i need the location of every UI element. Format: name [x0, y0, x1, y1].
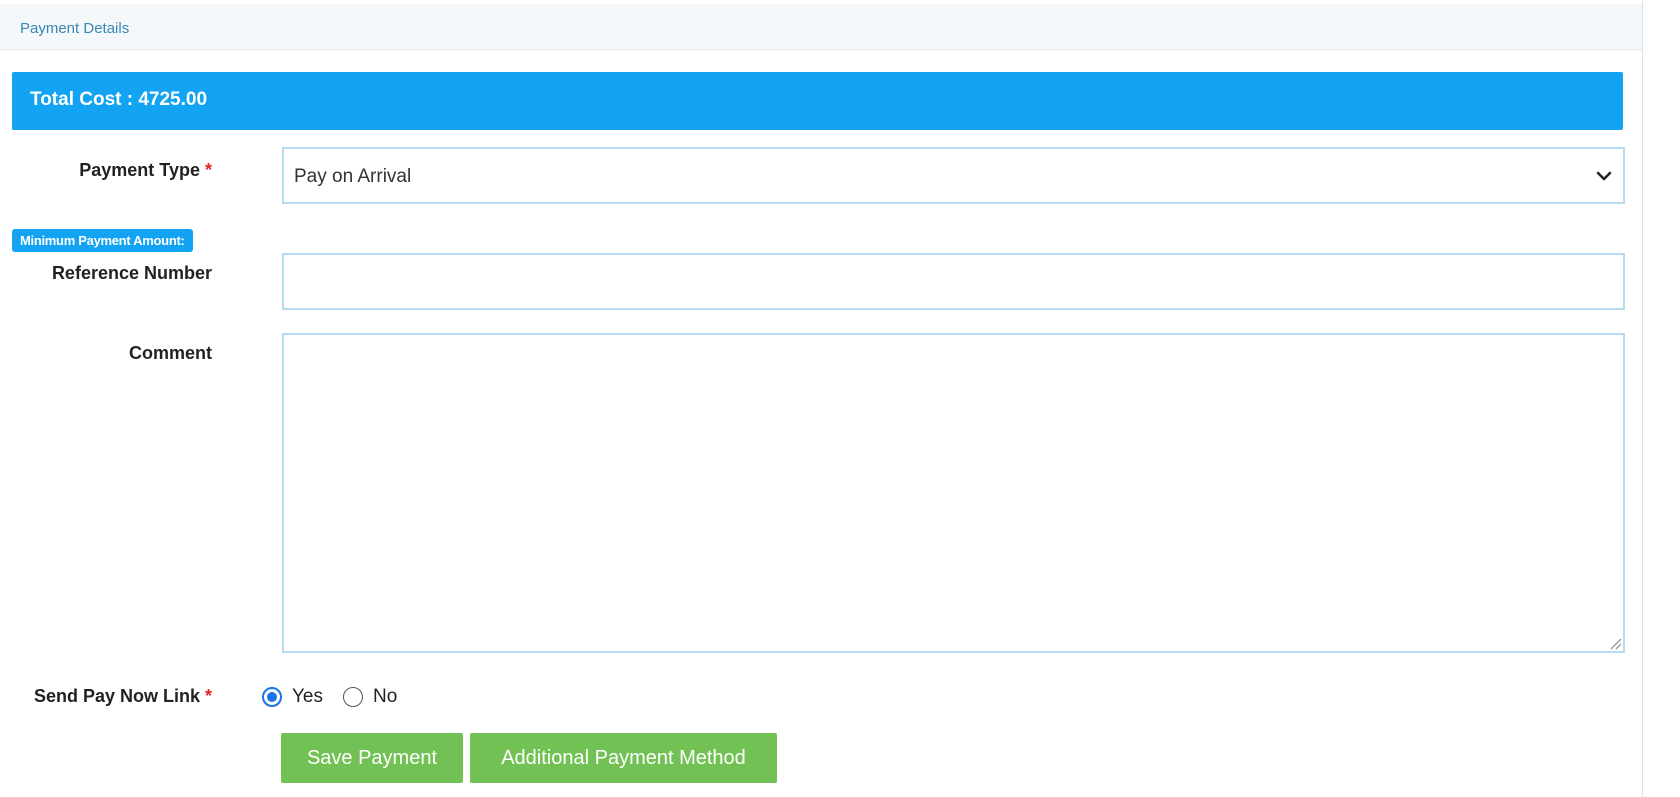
radio-option-yes[interactable]: Yes: [262, 686, 323, 708]
save-payment-button[interactable]: Save Payment: [281, 733, 463, 783]
radio-yes[interactable]: [262, 687, 282, 707]
send-pay-now-link-radio-group: Yes No: [262, 686, 417, 708]
reference-number-label-text: Reference Number: [51, 263, 212, 283]
payment-type-select[interactable]: Pay on Arrival: [282, 147, 1625, 204]
radio-no[interactable]: [343, 687, 363, 707]
minimum-payment-badge: Minimum Payment Amount:: [12, 229, 193, 252]
send-pay-now-link-label-text: Send Pay Now Link: [33, 686, 200, 706]
comment-textarea[interactable]: [282, 333, 1625, 653]
reference-number-label: Reference Number: [52, 263, 212, 284]
resize-handle-icon[interactable]: [1608, 636, 1622, 650]
payment-type-selected-value: Pay on Arrival: [294, 166, 412, 187]
page: Payment Details Total Cost : 4725.00 Pay…: [0, 0, 1680, 797]
total-cost-bar: Total Cost : 4725.00: [12, 72, 1623, 130]
total-cost-text: Total Cost : 4725.00: [30, 89, 208, 110]
panel-header: Payment Details: [0, 4, 1642, 50]
chevron-down-icon: [1596, 171, 1612, 181]
comment-label: Comment: [129, 343, 212, 364]
additional-payment-method-button[interactable]: Additional Payment Method: [470, 733, 777, 783]
reference-number-input[interactable]: [282, 253, 1625, 310]
radio-no-label: No: [373, 686, 398, 707]
radio-yes-label: Yes: [292, 686, 323, 707]
payment-details-panel: Payment Details Total Cost : 4725.00 Pay…: [0, 0, 1643, 797]
required-mark: *: [204, 686, 212, 706]
payment-type-label-text: Payment Type: [79, 160, 200, 180]
required-mark: *: [204, 160, 212, 180]
comment-label-text: Comment: [128, 343, 212, 363]
send-pay-now-link-label: Send Pay Now Link *: [34, 686, 212, 707]
radio-option-no[interactable]: No: [343, 686, 397, 708]
payment-type-label: Payment Type *: [79, 160, 212, 181]
panel-title: Payment Details: [20, 20, 130, 37]
